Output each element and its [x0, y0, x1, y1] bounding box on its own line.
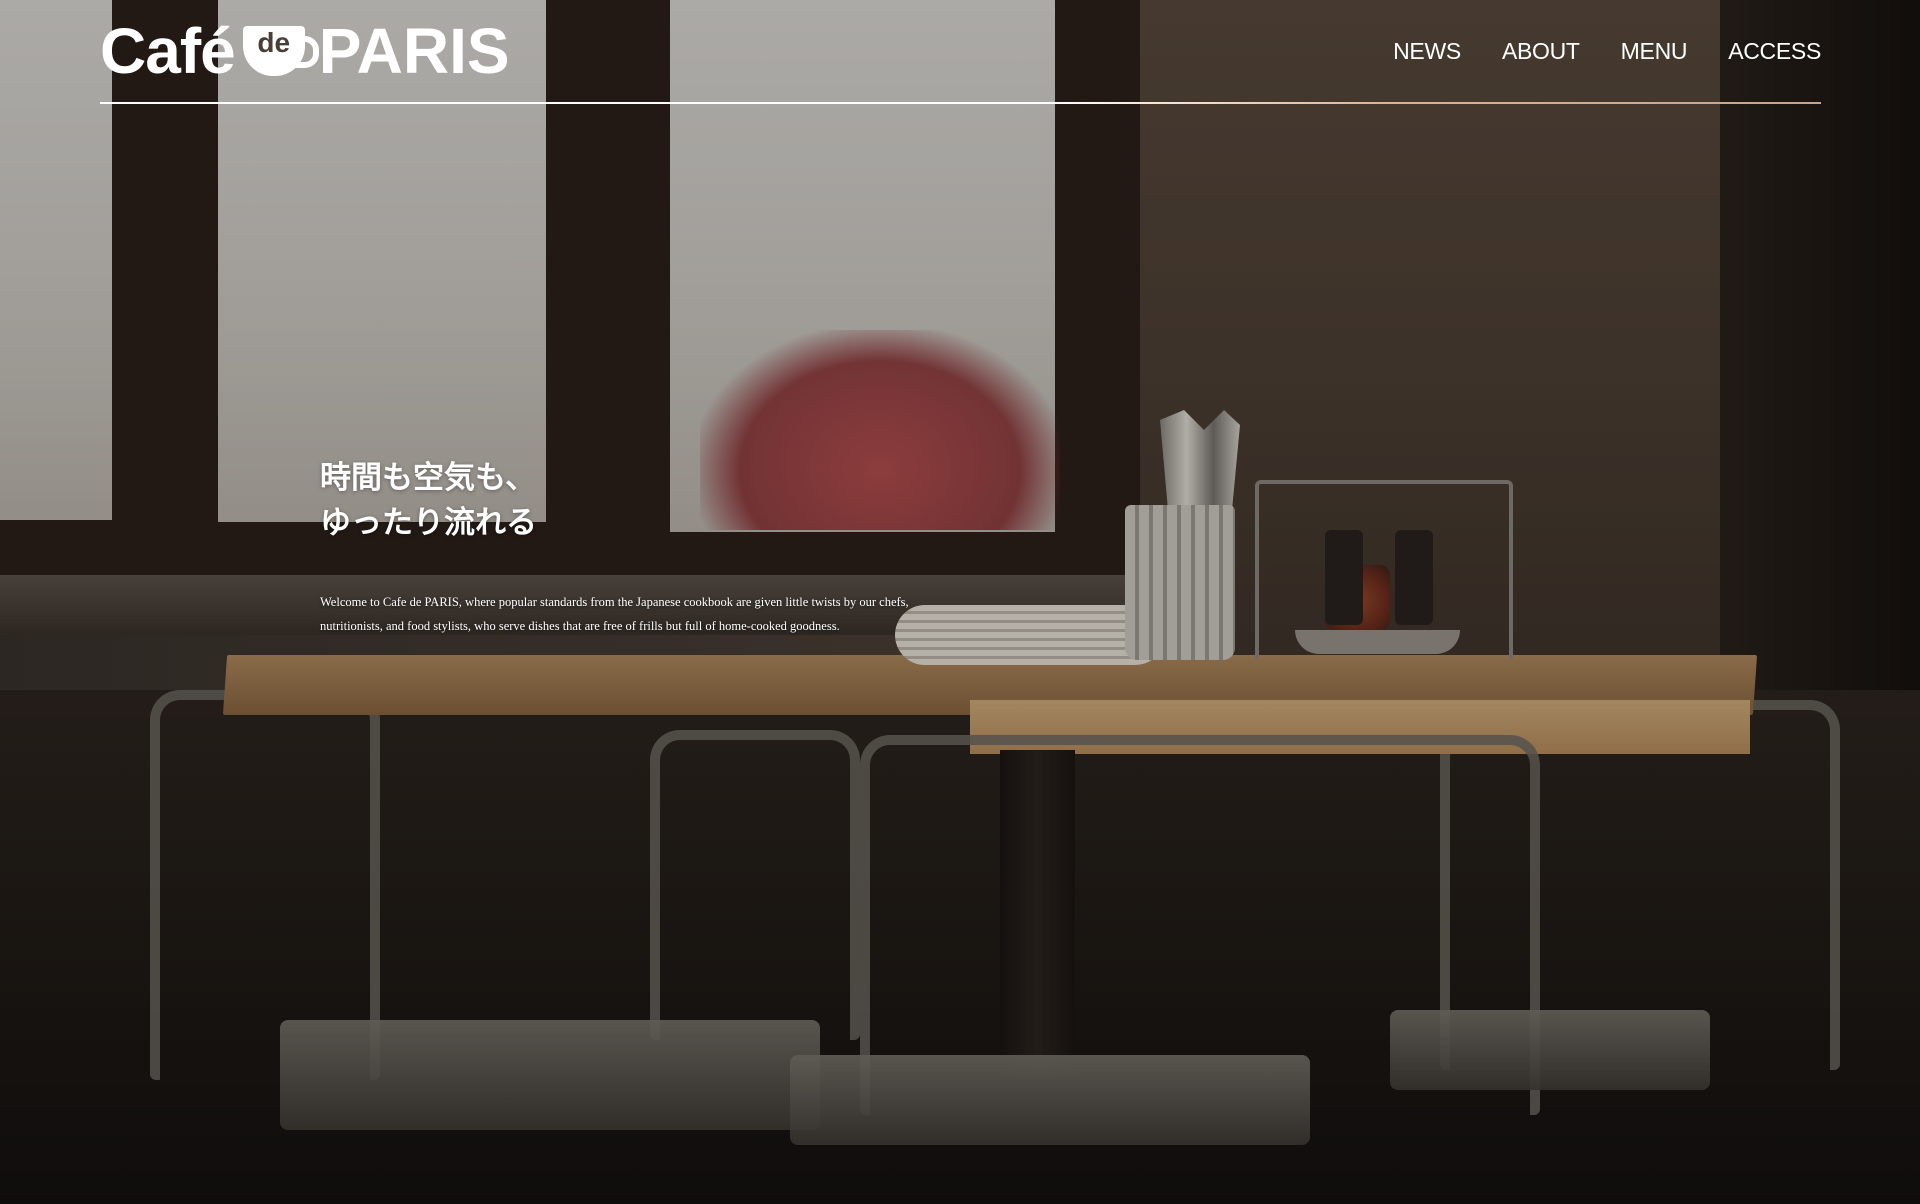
nav-link-access[interactable]: ACCESS	[1728, 38, 1821, 65]
main-nav: NEWS ABOUT MENU ACCESS	[1352, 38, 1821, 65]
hero-headline-line: 時間も空気も、	[320, 460, 537, 495]
logo-text-cafe: Café	[100, 15, 236, 87]
logo-text-paris: PARIS	[318, 15, 510, 87]
nav-link-menu[interactable]: MENU	[1621, 38, 1688, 65]
coffee-cup-icon: de	[241, 20, 319, 82]
nav-link-about[interactable]: ABOUT	[1502, 38, 1580, 65]
hero-intro-line: Welcome to Cafe de PARIS, where popular …	[320, 595, 909, 609]
hero-headline: 時間も空気も、 ゆったり流れる	[320, 455, 537, 545]
hero-section: Café de PARIS NEWS ABOUT MENU ACCESS 時間も…	[0, 0, 1920, 1204]
nav-link-news[interactable]: NEWS	[1393, 38, 1461, 65]
hero-headline-line: ゆったり流れる	[320, 505, 537, 540]
hero-intro-line: nutritionists, and food stylists, who se…	[320, 619, 840, 633]
header-divider	[100, 102, 1821, 104]
site-logo[interactable]: Café de PARIS	[100, 15, 510, 87]
logo-text-de: de	[257, 27, 291, 58]
hero-intro-text: Welcome to Cafe de PARIS, where popular …	[320, 590, 1040, 638]
site-header: Café de PARIS NEWS ABOUT MENU ACCESS	[100, 15, 1821, 104]
